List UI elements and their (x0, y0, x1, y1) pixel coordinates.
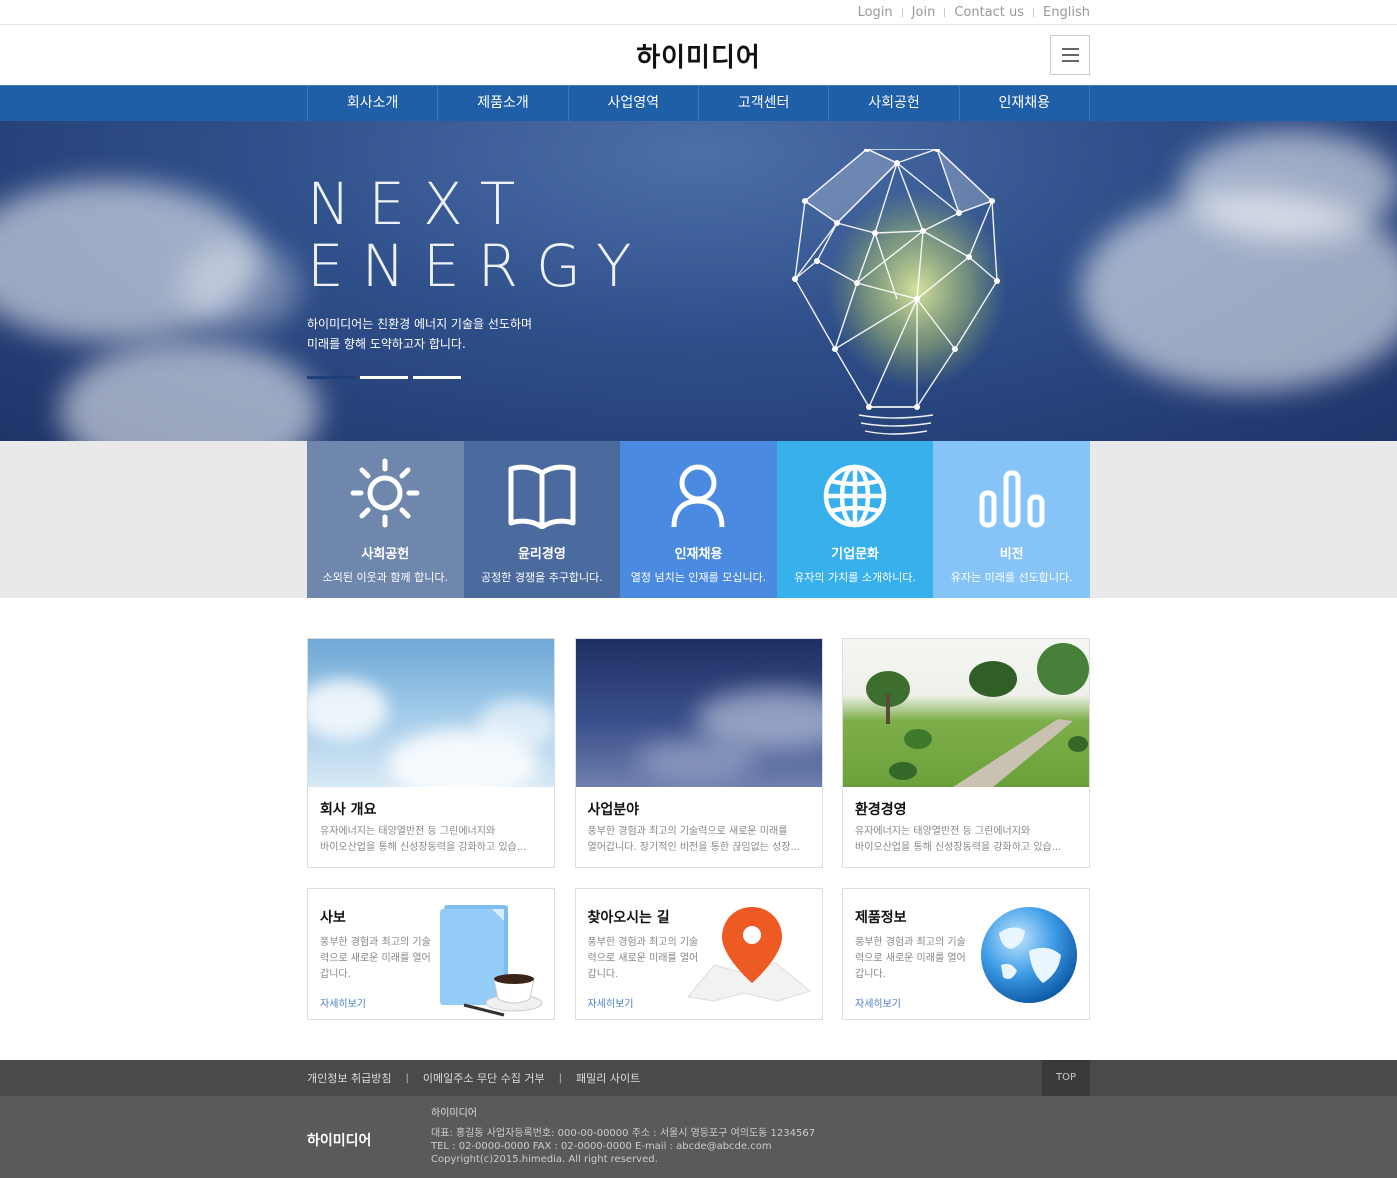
bar-chart-icon (979, 470, 1045, 528)
main-navigation: 회사소개 제품소개 사업영역 고객센터 사회공헌 인재채용 (0, 85, 1397, 121)
map-pin-icon (686, 907, 811, 1002)
content-section: 회사 개요 유자에너지는 태양열반전 등 그린에너지와 바이오산업을 통해 신성… (0, 598, 1397, 1020)
quick-desc: 유자의 가치를 소개하니다. (794, 571, 916, 584)
slide-indicator-1[interactable] (307, 376, 355, 379)
footer-info: 하이미디어 대표: 홍길동 사업자등록번호: 000-00-00000 주소 :… (431, 1107, 815, 1166)
person-icon (671, 464, 725, 528)
privacy-policy-link[interactable]: 개인정보 취급방침 (307, 1070, 391, 1086)
quick-desc: 열정 넘치는 인재를 모십니다. (630, 571, 767, 584)
card-desc: 풍부한 경험과 최고의 기술력으로 새로운 미래를 열어갑니다. (855, 937, 966, 980)
card-company-overview[interactable]: 회사 개요 유자에너지는 태양열반전 등 그린에너지와 바이오산업을 통해 신성… (307, 638, 555, 868)
top-button[interactable]: TOP (1042, 1060, 1090, 1096)
card-desc-line: 바이오산업을 통해 신성장동력을 강화하고 있습... (855, 842, 1062, 853)
globe-icon (823, 464, 887, 528)
card-title: 환경경영 (855, 802, 907, 818)
quick-menu: 사회공헌 소외된 이웃과 함께 합니다. 윤리경영 공정한 경쟁을 추구합니다. (0, 441, 1397, 598)
quick-desc: 유자는 미래를 선도합니다. (950, 571, 1073, 584)
nav-item-recruit[interactable]: 인재채용 (960, 86, 1090, 121)
park-image (843, 639, 1089, 787)
english-link[interactable]: English (1043, 5, 1090, 20)
card-directions[interactable]: 찾아오시는 길 풍부한 경험과 최고의 기술력으로 새로운 미래를 열어갑니다.… (574, 888, 823, 1020)
hero-banner: NEXT ENERGY 하이미디어는 친환경 에너지 기술을 선도하며 미래를 … (0, 121, 1397, 441)
footer-info-line: 대표: 홍길동 사업자등록번호: 000-00-00000 주소 : 서울시 영… (431, 1128, 816, 1139)
lightbulb-illustration (792, 149, 1007, 435)
quick-title: 윤리경영 (517, 547, 566, 562)
quick-item-social[interactable]: 사회공헌 소외된 이웃과 함께 합니다. (307, 441, 464, 598)
slide-indicator-2[interactable] (360, 376, 408, 379)
join-link[interactable]: Join (912, 5, 936, 20)
newsletter-coffee-icon (440, 905, 543, 1017)
quick-title: 인재채용 (674, 547, 723, 562)
quick-item-culture[interactable]: 기업문화 유자의 가치를 소개하니다. (776, 441, 934, 598)
card-desc-line: 유자에너지는 태양열반전 등 그린에너지와 (320, 826, 496, 837)
card-title: 회사 개요 (320, 802, 377, 818)
more-link[interactable]: 자세히보기 (855, 995, 901, 1010)
hero-title: NEXT ENERGY (307, 170, 650, 300)
globe-icon (981, 907, 1077, 1003)
card-newsletter[interactable]: 사보 풍부한 경험과 최고의 기술력으로 새로운 미래를 열어갑니다. 자세히보… (307, 888, 555, 1020)
email-refusal-link[interactable]: 이메일주소 무단 수집 거부 (423, 1070, 545, 1086)
util-divider (944, 8, 946, 17)
footer-company: 하이미디어 (431, 1108, 477, 1119)
card-title: 찾아오시는 길 (587, 910, 670, 926)
card-product-info[interactable]: 제품정보 풍부한 경험과 최고의 기술력으로 새로운 미래를 열어갑니다. 자세… (842, 888, 1090, 1020)
slider-indicators (307, 376, 461, 379)
menu-button[interactable] (1050, 35, 1090, 75)
login-link[interactable]: Login (858, 5, 893, 20)
card-environment[interactable]: 환경경영 유자에너지는 태양열반전 등 그린에너지와 바이오산업을 통해 신성장… (842, 638, 1090, 868)
night-sky-image (575, 639, 822, 787)
card-title: 제품정보 (855, 910, 907, 926)
footer: 하이미디어 하이미디어 대표: 홍길동 사업자등록번호: 000-00-0000… (0, 1096, 1397, 1178)
sky-image (308, 639, 554, 787)
quick-item-ethics[interactable]: 윤리경영 공정한 경쟁을 추구합니다. (463, 441, 621, 598)
nav-item-company[interactable]: 회사소개 (308, 86, 439, 121)
card-desc: 풍부한 경험과 최고의 기술력으로 새로운 미래를 열어갑니다. (320, 937, 431, 980)
card-business-area[interactable]: 사업분야 풍부한 경험과 최고의 기술력으로 새로운 미래를 열어갑니다. 장기… (574, 638, 823, 868)
contact-link[interactable]: Contact us (954, 5, 1024, 20)
more-link[interactable]: 자세히보기 (588, 995, 634, 1010)
quick-title: 기업문화 (831, 547, 879, 562)
hero-subtitle: 하이미디어는 친환경 에너지 기술을 선도하며 미래를 향해 도약하고자 합니다… (307, 317, 533, 351)
hamburger-icon (1061, 48, 1079, 50)
quick-title: 비전 (999, 547, 1024, 562)
book-icon (508, 464, 576, 529)
util-divider (901, 8, 903, 17)
card-title: 사업분야 (587, 802, 640, 818)
nav-item-business[interactable]: 사업영역 (569, 86, 699, 121)
util-divider (1033, 8, 1035, 17)
card-desc-line: 열어갑니다. 장기적인 비전을 통한 끊임없는 성장... (587, 842, 801, 853)
nav-item-support[interactable]: 고객센터 (699, 86, 830, 121)
quick-desc: 소외된 이웃과 함께 합니다. (322, 571, 448, 584)
quick-title: 사회공헌 (361, 547, 410, 562)
quick-desc: 공정한 경쟁을 추구합니다. (480, 571, 603, 584)
quick-item-vision[interactable]: 비전 유자는 미래를 선도합니다. (933, 441, 1090, 598)
card-desc-line: 유자에너지는 태양열반전 등 그린에너지와 (855, 826, 1031, 837)
site-logo[interactable]: 하이미디어 (307, 37, 1090, 74)
site-header: 하이미디어 (0, 25, 1397, 85)
more-link[interactable]: 자세히보기 (320, 995, 366, 1010)
card-desc-line: 바이오산업을 통해 신성장동력을 강화하고 있습... (320, 842, 527, 853)
family-site-link[interactable]: 패밀리 사이트 (576, 1070, 640, 1086)
card-desc-line: 풍부한 경험과 최고의 기술력으로 새로운 미래를 (587, 826, 788, 837)
footer-info-line: TEL : 02-0000-0000 FAX : 02-0000-0000 E-… (431, 1141, 772, 1152)
sun-icon (350, 458, 420, 528)
utility-bar: Login Join Contact us English (0, 0, 1397, 25)
footer-links-bar: 개인정보 취급방침 | 이메일주소 무단 수집 거부 | 패밀리 사이트 TOP (0, 1060, 1397, 1096)
nav-item-social[interactable]: 사회공헌 (829, 86, 960, 121)
card-title: 사보 (320, 910, 346, 926)
slide-indicator-3[interactable] (413, 376, 461, 379)
footer-copyright: Copyright(c)2015.himedia. All right rese… (431, 1154, 658, 1165)
nav-item-products[interactable]: 제품소개 (438, 86, 569, 121)
quick-item-recruit[interactable]: 인재채용 열정 넘치는 인재를 모십니다. (620, 441, 777, 598)
footer-logo: 하이미디어 (307, 1133, 372, 1149)
